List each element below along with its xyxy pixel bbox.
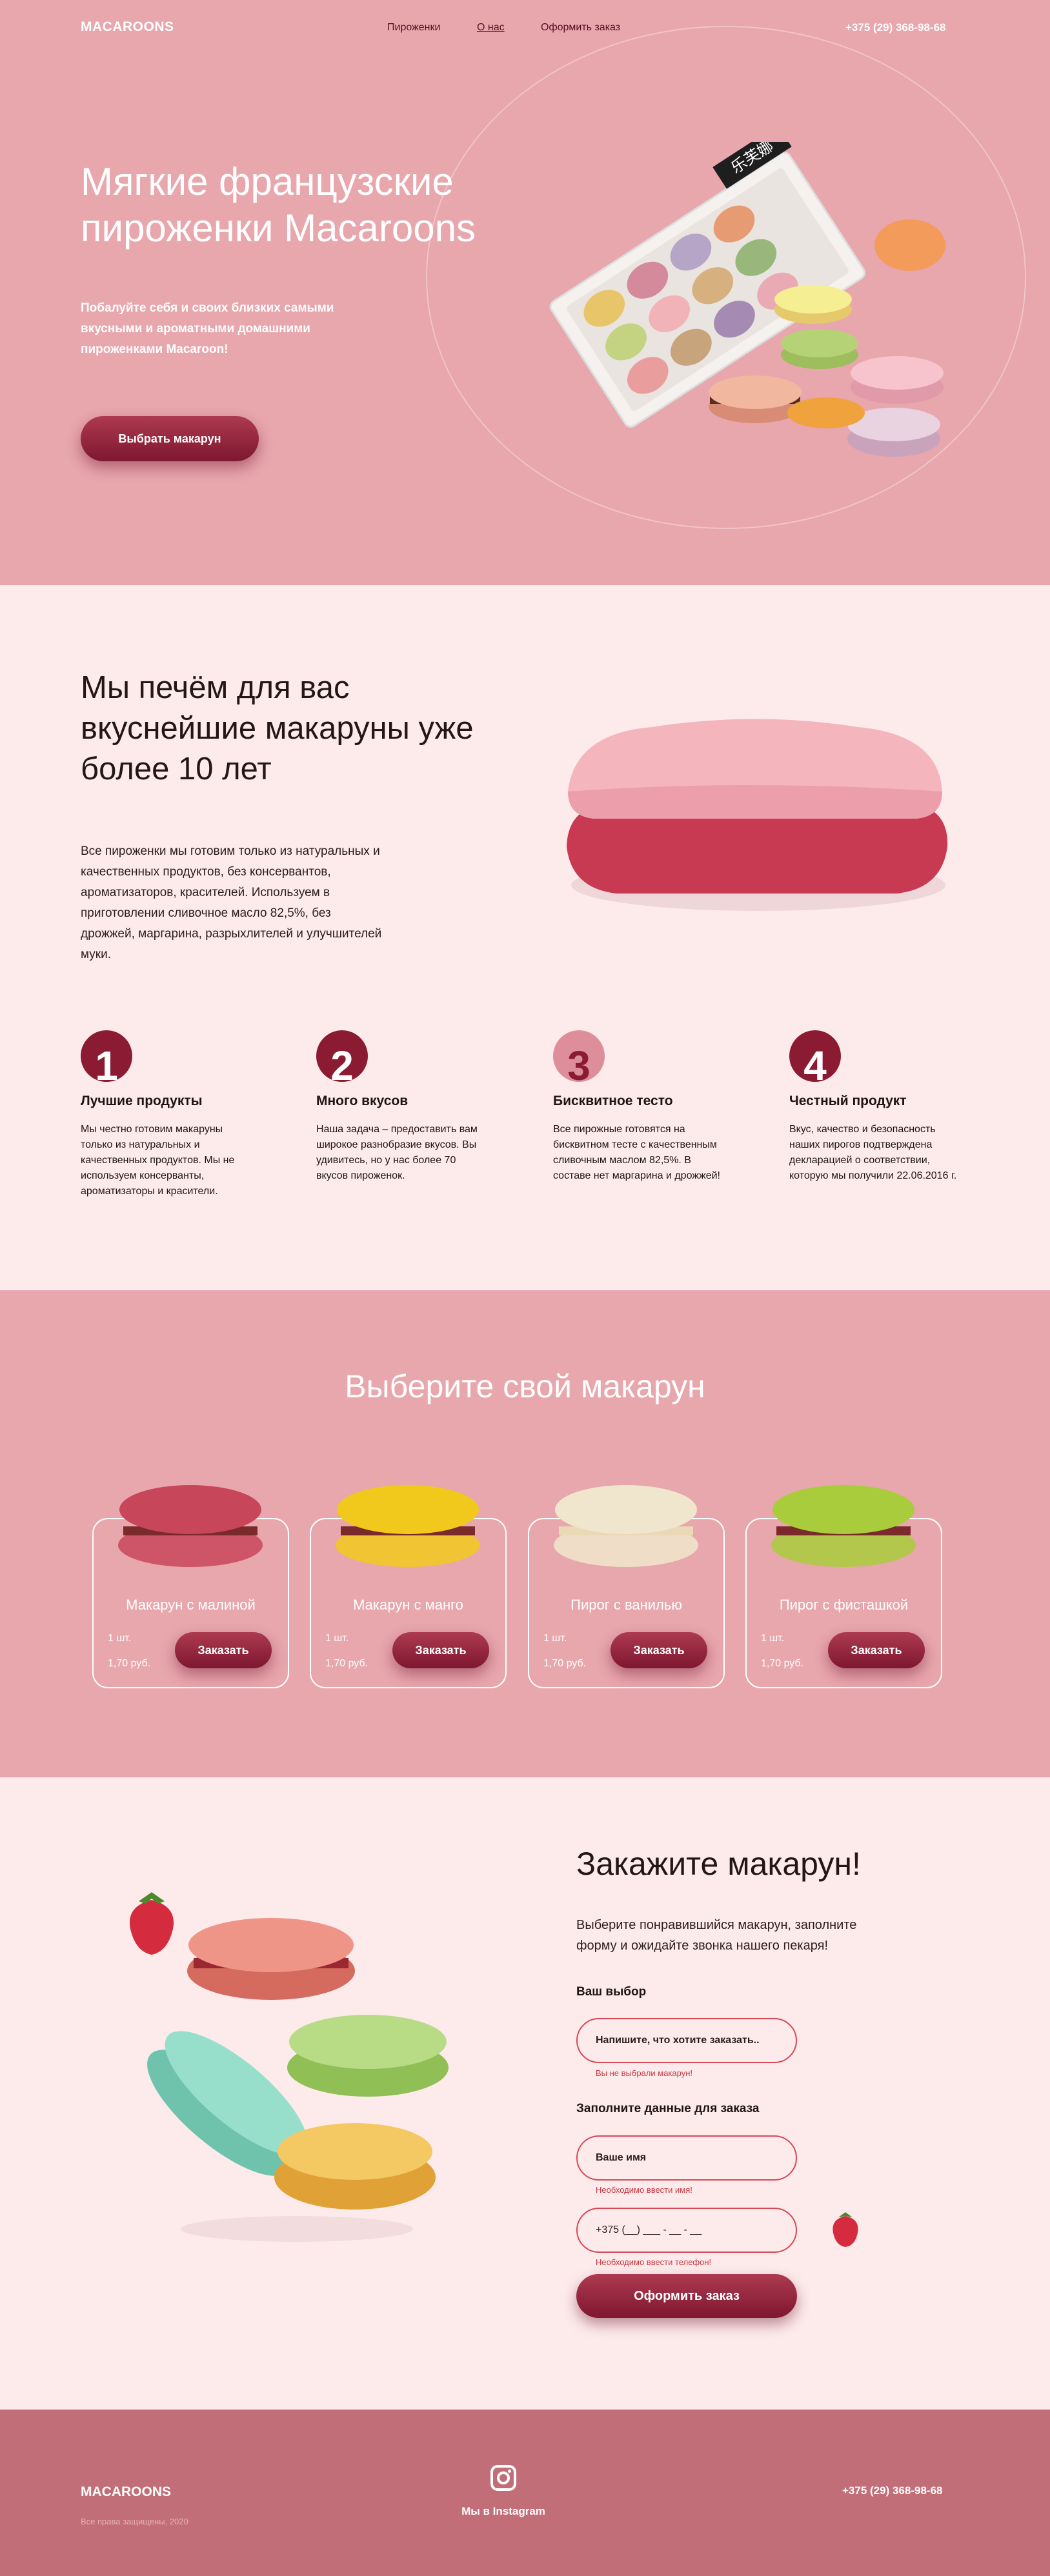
product-name: Пирог с ванилью — [570, 1597, 682, 1613]
about-section: Мы печём для вас вкуснейшие макаруны уже… — [0, 585, 1050, 1290]
feature-text: Наша задача – предоставить вам широкое р… — [316, 1124, 478, 1181]
name-error: Необходимо ввести имя! — [596, 2185, 692, 2195]
strawberry-icon — [833, 2212, 858, 2247]
hero-subtitle: Побалуйте себя и своих близких самыми вк… — [81, 301, 334, 356]
order-button[interactable]: Заказать — [392, 1632, 489, 1668]
order-section: Закажите макарун! Выберите понравившийся… — [0, 1777, 1050, 2410]
product-qty: 1 шт. — [543, 1633, 567, 1644]
instagram-icon[interactable] — [490, 2465, 516, 2491]
about-title: Мы печём для вас вкуснейшие макаруны уже… — [81, 670, 474, 786]
order-title: Закажите макарун! — [576, 1846, 861, 1882]
choice-label: Ваш выбор — [576, 1985, 647, 1999]
product-qty: 1 шт. — [325, 1633, 349, 1644]
feature-text: Все пирожные готовятся на бисквитном тес… — [553, 1124, 720, 1181]
choice-error: Вы не выбрали макарун! — [596, 2068, 693, 2078]
phone-error: Необходимо ввести телефон! — [596, 2257, 712, 2267]
catalog-title: Выберите свой макарун — [345, 1368, 705, 1404]
feature-title: Лучшие продукты — [81, 1093, 203, 1108]
header-phone[interactable]: +375 (29) 368-98-68 — [845, 21, 945, 34]
product-name: Пирог с фисташкой — [779, 1597, 909, 1613]
product-price: 1,70 руб. — [761, 1658, 804, 1669]
product-price: 1,70 руб. — [108, 1658, 151, 1669]
feature-number-badge: 4 — [789, 1030, 841, 1082]
nav-link-about[interactable]: О нас — [477, 22, 505, 34]
product-price: 1,70 руб. — [325, 1658, 369, 1669]
product-macaroon-image — [554, 1485, 698, 1567]
feature-title: Бисквитное тесто — [553, 1093, 673, 1108]
choice-input[interactable]: Напишите, что хотите заказать.. — [576, 2018, 797, 2063]
nav-link-cakes[interactable]: Пироженки — [387, 22, 440, 34]
feature-text: Вкус, качество и безопасность наших пиро… — [789, 1124, 957, 1181]
macaroon-box-image: 乐芙娜 — [549, 142, 945, 457]
order-data-label: Заполните данные для заказа — [576, 2102, 760, 2115]
phone-input[interactable]: +375 (__) ___ - __ - __ — [576, 2208, 797, 2253]
feature-3: 3 Бисквитное тесто Все пирожные готовятс… — [553, 1030, 721, 1184]
choose-macaroon-button[interactable]: Выбрать макарун — [81, 416, 259, 461]
product-macaroon-images — [118, 1485, 916, 1567]
feature-2: 2 Много вкусов Наша задача – предоставит… — [316, 1030, 484, 1184]
product-name: Макарун с малиной — [126, 1597, 256, 1613]
catalog-section: Выберите свой макарун Макарун с малиной … — [0, 1290, 1050, 1777]
nav-link-order[interactable]: Оформить заказ — [541, 22, 620, 34]
order-button[interactable]: Заказать — [828, 1632, 925, 1668]
big-macaroon-image — [567, 719, 948, 911]
footer-section: MACAROONS Все права защищены, 2020 Мы в … — [0, 2410, 1050, 2576]
feature-number-badge: 3 — [553, 1030, 605, 1082]
footer-logo[interactable]: MACAROONS — [81, 2484, 171, 2500]
name-input[interactable]: Ваше имя — [576, 2135, 797, 2181]
feature-4: 4 Честный продукт Вкус, качество и безоп… — [789, 1030, 957, 1184]
feature-number-badge: 2 — [316, 1030, 368, 1082]
product-macaroon-image — [336, 1485, 480, 1567]
order-subtitle: Выберите понравившийся макарун, заполнит… — [576, 1918, 857, 1953]
feature-title: Много вкусов — [316, 1093, 409, 1108]
product-name: Макарун с манго — [353, 1597, 463, 1613]
header-logo[interactable]: MACAROONS — [81, 19, 174, 35]
submit-order-button[interactable]: Оформить заказ — [576, 2274, 797, 2318]
macaroon-stack-image — [147, 1918, 449, 2242]
feature-1: 1 Лучшие продукты Мы честно готовим мака… — [81, 1030, 248, 1199]
feature-text: Мы честно готовим макаруны только из нат… — [81, 1124, 235, 1197]
product-macaroon-image — [118, 1485, 263, 1567]
footer-copyright: Все права защищены, 2020 — [81, 2517, 188, 2526]
page: MACAROONS Пироженки О нас Оформить заказ… — [0, 0, 1050, 2576]
order-button[interactable]: Заказать — [611, 1632, 707, 1668]
hero-section: MACAROONS Пироженки О нас Оформить заказ… — [0, 0, 1050, 585]
product-qty: 1 шт. — [108, 1633, 132, 1644]
about-text: Все пироженки мы готовим только из натур… — [81, 844, 382, 961]
feature-number-badge: 1 — [81, 1030, 132, 1082]
order-button[interactable]: Заказать — [175, 1632, 272, 1668]
product-price: 1,70 руб. — [543, 1658, 587, 1669]
product-macaroon-image — [771, 1485, 916, 1567]
hero-title: Мягкие французские пироженки Macaroons — [81, 160, 476, 250]
product-qty: 1 шт. — [761, 1633, 785, 1644]
footer-phone[interactable]: +375 (29) 368-98-68 — [842, 2484, 942, 2497]
instagram-link[interactable]: Мы в Instagram — [0, 2505, 1007, 2518]
feature-title: Честный продукт — [789, 1093, 907, 1108]
